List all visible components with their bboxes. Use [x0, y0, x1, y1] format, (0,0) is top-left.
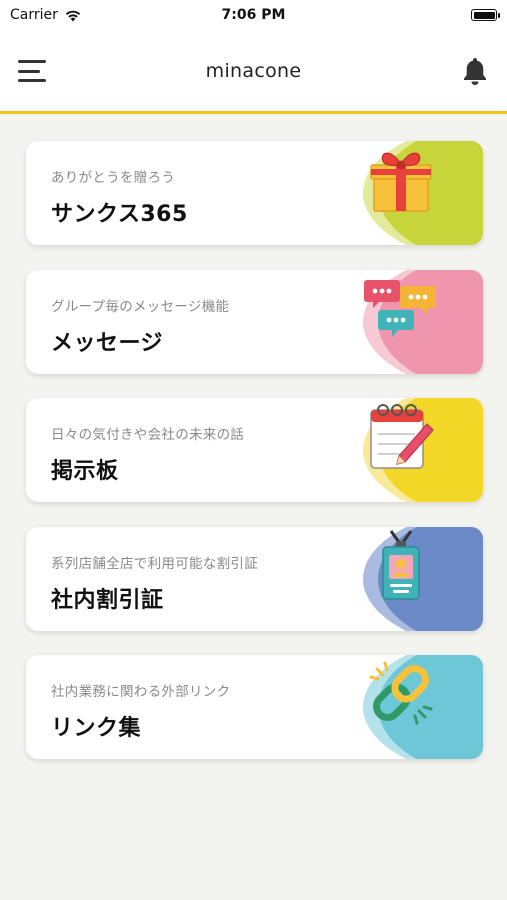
card-text: 系列店舗全店で利用可能な割引証 社内割引証 — [51, 552, 258, 614]
status-left: Carrier — [10, 7, 82, 23]
card-art — [363, 526, 483, 631]
card-title: 社内割引証 — [51, 587, 164, 613]
card-title: メッセージ — [51, 330, 164, 356]
card-art — [363, 398, 483, 502]
bell-icon[interactable] — [461, 56, 489, 86]
battery-icon — [471, 9, 500, 21]
card-subtitle: ありがとうを贈ろう — [51, 170, 176, 186]
card-text: グループ毎のメッセージ機能 メッセージ — [51, 295, 229, 357]
card-text: ありがとうを贈ろう サンクス365 — [51, 166, 188, 228]
hamburger-menu-icon[interactable] — [18, 60, 46, 82]
card-thanks365[interactable]: ありがとうを贈ろう サンクス365 — [26, 141, 483, 245]
card-art — [363, 655, 483, 759]
chain-link-icon — [369, 661, 433, 725]
carrier-label: Carrier — [10, 7, 58, 23]
card-message[interactable]: グループ毎のメッセージ機能 メッセージ — [26, 269, 483, 374]
card-links[interactable]: 社内業務に関わる外部リンク リンク集 — [26, 655, 483, 759]
app-title: minacone — [205, 59, 302, 82]
card-subtitle: 系列店舗全店で利用可能な割引証 — [51, 555, 258, 572]
card-title: 掲示板 — [51, 459, 119, 484]
chat-bubbles-icon — [364, 279, 436, 337]
card-title: リンク集 — [51, 716, 142, 741]
notepad-pen-icon — [370, 404, 434, 469]
wifi-icon — [65, 10, 81, 21]
id-badge-icon — [382, 529, 420, 600]
card-bulletin-board[interactable]: 日々の気付きや会社の未来の話 掲示板 — [26, 398, 483, 502]
card-art — [363, 269, 483, 374]
card-subtitle: 日々の気付きや会社の未来の話 — [51, 427, 245, 443]
card-text: 社内業務に関わる外部リンク リンク集 — [51, 680, 230, 742]
navigation-bar: minacone — [0, 30, 507, 114]
card-text: 日々の気付きや会社の未来の話 掲示板 — [51, 423, 244, 485]
card-title: サンクス365 — [51, 202, 188, 227]
card-subtitle: グループ毎のメッセージ機能 — [51, 298, 230, 315]
status-bar: Carrier 7:06 PM — [0, 0, 507, 30]
gift-icon — [370, 152, 432, 212]
card-subtitle: 社内業務に関わる外部リンク — [51, 684, 231, 700]
feature-card-list: ありがとうを贈ろう サンクス365 グループ毎のメッセージ機能 メッセージ 日々… — [26, 141, 483, 784]
card-discount-card[interactable]: 系列店舗全店で利用可能な割引証 社内割引証 — [26, 526, 483, 631]
card-art — [363, 141, 483, 245]
